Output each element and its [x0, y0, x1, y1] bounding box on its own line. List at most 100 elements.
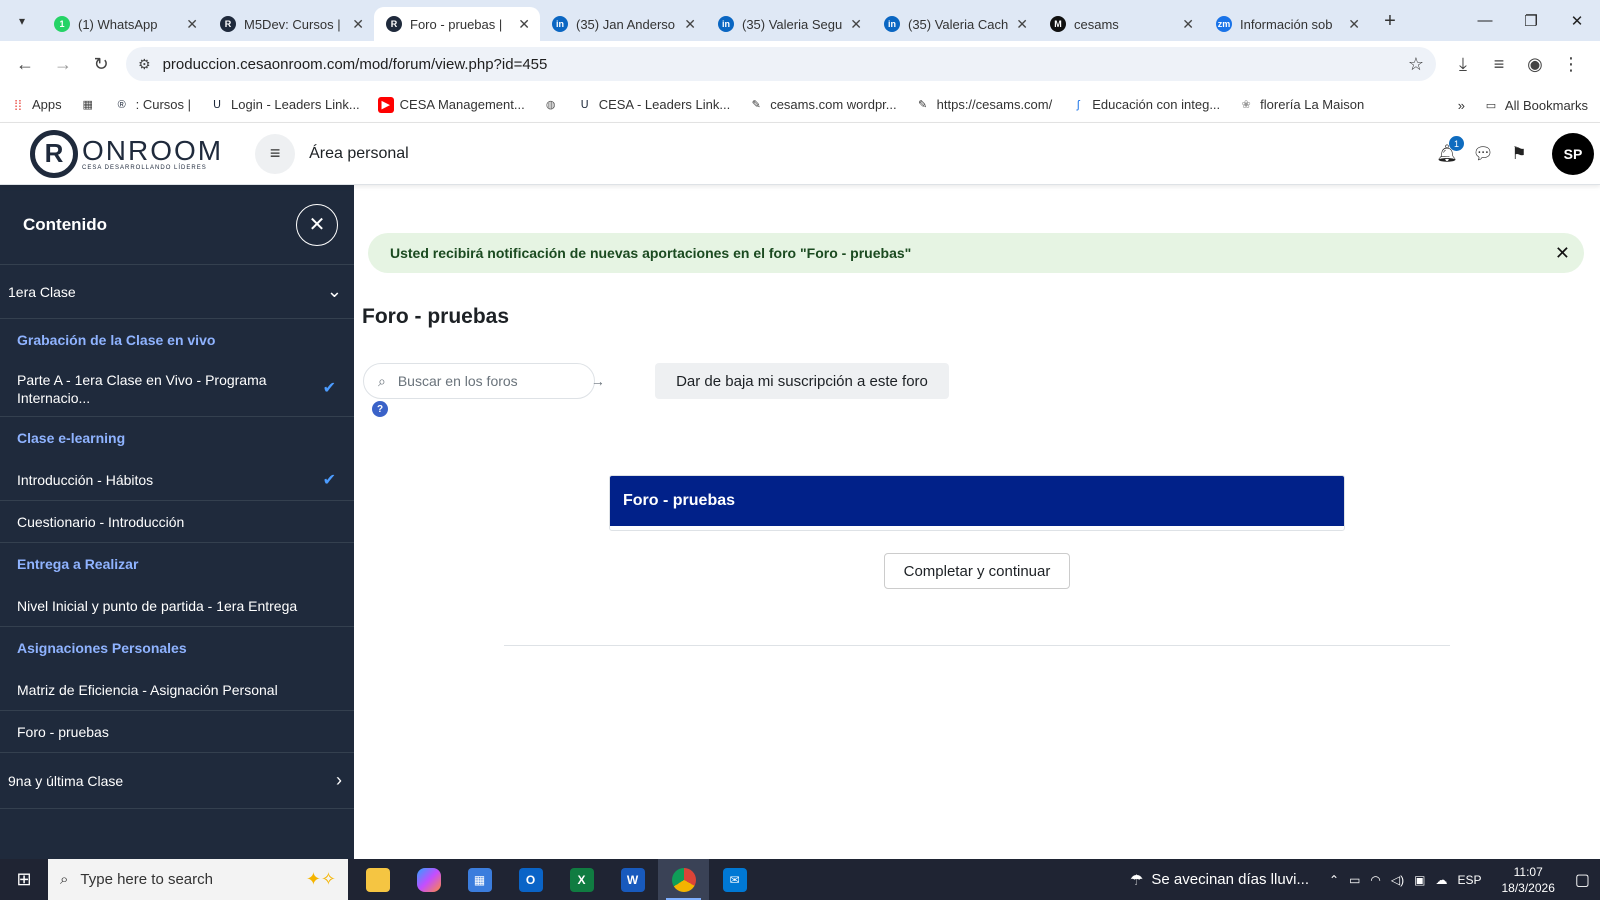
weather-widget[interactable]: ☂ Se avecinan días lluvi...: [1130, 871, 1309, 889]
forum-search[interactable]: ⌕ →: [363, 363, 605, 399]
back-icon[interactable]: ←: [8, 47, 42, 81]
drawer-activity-item[interactable]: Foro - pruebas: [0, 711, 354, 753]
bookmark-star-icon[interactable]: ☆: [1408, 54, 1424, 75]
all-bookmarks-button[interactable]: ▭ All Bookmarks: [1483, 97, 1588, 113]
tab-title: cesams: [1074, 16, 1119, 32]
download-icon[interactable]: ⤓: [1446, 47, 1480, 81]
bookmark-item[interactable]: ❀ florería La Maison: [1238, 97, 1365, 113]
notifications-center-icon[interactable]: ▢: [1575, 870, 1590, 890]
tab-close-icon[interactable]: ✕: [1016, 16, 1028, 33]
bookmark-item[interactable]: Ս CESA - Leaders Link...: [577, 97, 731, 113]
forward-icon[interactable]: →: [46, 47, 80, 81]
word-app[interactable]: W: [607, 859, 658, 900]
drawer-section-heading[interactable]: Asignaciones Personales: [0, 627, 354, 669]
onedrive-cloud-icon[interactable]: ☁: [1435, 873, 1447, 887]
close-alert-icon[interactable]: ✕: [1555, 243, 1570, 264]
chevron-right-icon[interactable]: ›: [336, 770, 342, 791]
area-personal-link[interactable]: Área personal: [309, 145, 409, 163]
drawer-activity-item[interactable]: Nivel Inicial y punto de partida - 1era …: [0, 585, 354, 627]
bookmark-item[interactable]: ✎ https://cesams.com/: [915, 97, 1052, 113]
folder-icon: [365, 867, 390, 892]
tab-search-chevron-icon[interactable]: ▾: [8, 7, 36, 35]
bookmark-item[interactable]: Ս Login - Leaders Link...: [209, 97, 360, 113]
browser-tab[interactable]: in (35) Valeria Cach ✕: [872, 7, 1038, 41]
outlook-icon: O: [518, 867, 543, 892]
outlook-classic-app[interactable]: ✉: [709, 859, 760, 900]
chevron-down-icon[interactable]: ⌄: [327, 281, 342, 302]
drawer-activity-item[interactable]: Matriz de Eficiencia - Asignación Person…: [0, 669, 354, 711]
unsubscribe-button[interactable]: Dar de baja mi suscripción a este foro: [655, 363, 949, 399]
drawer-section-heading[interactable]: Clase e-learning: [0, 417, 354, 459]
microsoft-store-app[interactable]: ▦: [454, 859, 505, 900]
drawer-activity-item[interactable]: Parte A - 1era Clase en Vivo - Programa …: [0, 361, 354, 417]
hamburger-menu-icon[interactable]: ≡: [255, 133, 296, 174]
bookmark-item[interactable]: ʃ Educación con integ...: [1070, 97, 1220, 113]
tray-chevron-up-icon[interactable]: ⌃: [1329, 873, 1339, 887]
tab-close-icon[interactable]: ✕: [1182, 16, 1194, 33]
bookmark-item[interactable]: ⁞⁞ Apps: [10, 97, 62, 113]
excel-app[interactable]: X: [556, 859, 607, 900]
site-settings-icon[interactable]: ⚙: [138, 56, 151, 73]
drawer-activity-item[interactable]: Introducción - Hábitos ✔: [0, 459, 354, 501]
browser-tab[interactable]: 1 (1) WhatsApp ✕: [42, 7, 208, 41]
browser-tab[interactable]: in (35) Valeria Segu ✕: [706, 7, 872, 41]
browser-tab[interactable]: zm Información sob ✕: [1204, 7, 1370, 41]
arrow-right-icon[interactable]: →: [591, 373, 605, 389]
drawer-section-heading[interactable]: Entrega a Realizar: [0, 543, 354, 585]
more-bookmarks-icon[interactable]: »: [1458, 98, 1465, 113]
chrome-icon: [671, 867, 696, 892]
forum-search-input[interactable]: [397, 373, 579, 389]
help-icon[interactable]: ?: [372, 401, 388, 417]
chrome-app[interactable]: [658, 859, 709, 900]
site-logo[interactable]: R ONROOM CESA DESARROLLANDO LÍDERES: [30, 129, 223, 178]
omnibox[interactable]: ⚙ produccion.cesaonroom.com/mod/forum/vi…: [126, 47, 1436, 81]
windows-start-icon[interactable]: ⊞: [0, 859, 48, 900]
bookmark-item[interactable]: ▦: [80, 97, 96, 113]
tab-close-icon[interactable]: ✕: [1348, 16, 1360, 33]
main-content: Usted recibirá notificación de nuevas ap…: [354, 185, 1600, 859]
close-drawer-icon[interactable]: ✕: [296, 203, 338, 246]
tab-close-icon[interactable]: ✕: [352, 16, 364, 33]
copilot-app[interactable]: [403, 859, 454, 900]
tab-close-icon[interactable]: ✕: [850, 16, 862, 33]
wifi-icon[interactable]: ◠: [1370, 873, 1380, 887]
new-tab-button[interactable]: +: [1376, 7, 1404, 35]
browser-tab[interactable]: in (35) Jan Anderso ✕: [540, 7, 706, 41]
language-indicator[interactable]: ESP: [1457, 873, 1481, 887]
meet-now-icon[interactable]: ▣: [1414, 873, 1425, 887]
bookmark-item[interactable]: ✎ cesams.com wordpr...: [748, 97, 897, 113]
bookmark-item[interactable]: ®: Cursos |: [114, 97, 191, 113]
volume-icon[interactable]: ◁): [1391, 873, 1404, 887]
section-9na-clase[interactable]: 9na y última Clase ›: [0, 753, 354, 809]
tab-close-icon[interactable]: ✕: [186, 16, 198, 33]
complete-continue-button[interactable]: Completar y continuar: [884, 553, 1070, 589]
restore-window-icon[interactable]: ❐: [1508, 0, 1554, 41]
drawer-activity-item[interactable]: Cuestionario - Introducción: [0, 501, 354, 543]
bookmark-item[interactable]: ◍: [543, 97, 559, 113]
outlook-app[interactable]: O: [505, 859, 556, 900]
clock[interactable]: 11:07 18/3/2026: [1501, 864, 1554, 896]
reload-icon[interactable]: ↻: [84, 47, 118, 81]
battery-icon[interactable]: ▭: [1349, 873, 1360, 887]
close-window-icon[interactable]: ✕: [1554, 0, 1600, 41]
notifications-bell-icon[interactable]: 🔔︎ 1: [1436, 136, 1464, 165]
section-1era-clase[interactable]: 1era Clase ⌄: [0, 265, 354, 319]
user-avatar[interactable]: SP: [1552, 133, 1594, 175]
browser-tab[interactable]: R Foro - pruebas | ✕: [374, 7, 540, 41]
more-menu-icon[interactable]: ⋮: [1554, 47, 1588, 81]
browser-tab[interactable]: R M5Dev: Cursos | ✕: [208, 7, 374, 41]
profile-icon[interactable]: ◉: [1518, 47, 1552, 81]
tab-close-icon[interactable]: ✕: [518, 16, 530, 33]
messages-icon[interactable]: 💬︎: [1472, 143, 1494, 165]
file-explorer-app[interactable]: [352, 859, 403, 900]
globe-icon: ◍: [545, 99, 556, 111]
minimize-window-icon[interactable]: —: [1462, 0, 1508, 41]
tab-close-icon[interactable]: ✕: [684, 16, 696, 33]
flag-icon[interactable]: ⚑: [1508, 143, 1530, 165]
media-controls-icon[interactable]: ≡: [1482, 47, 1516, 81]
url-text[interactable]: produccion.cesaonroom.com/mod/forum/view…: [163, 56, 1396, 73]
browser-tab[interactable]: Mcesams ✕: [1038, 7, 1204, 41]
bookmark-item[interactable]: ▶ CESA Management...: [377, 96, 525, 113]
taskbar-search[interactable]: ⌕ Type here to search ✦✧: [48, 859, 348, 900]
drawer-section-heading[interactable]: Grabación de la Clase en vivo: [0, 319, 354, 361]
